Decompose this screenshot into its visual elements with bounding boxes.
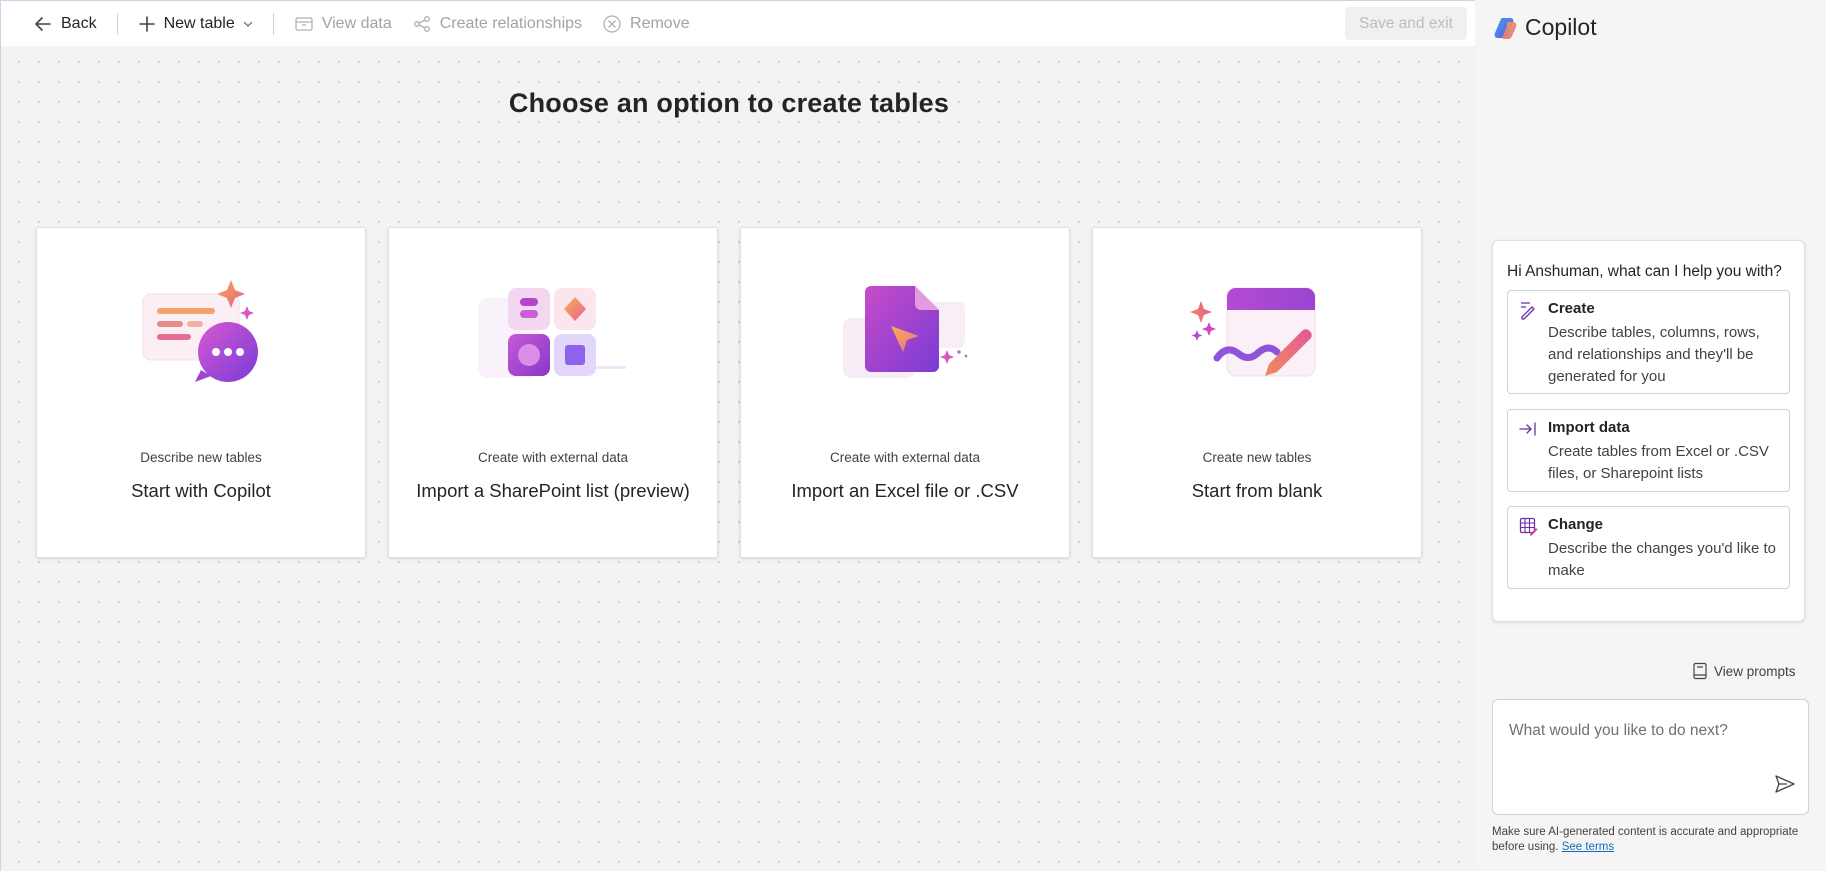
- copilot-header: Copilot: [1493, 14, 1597, 41]
- import-excel-csv-card[interactable]: Create with external data Import an Exce…: [740, 227, 1070, 558]
- remove-icon: [603, 14, 621, 33]
- create-relationships-label: Create relationships: [439, 14, 583, 32]
- view-data-label: View data: [321, 14, 392, 32]
- page-title: Choose an option to create tables: [508, 88, 950, 118]
- card-subtitle: Create new tables: [1202, 450, 1312, 465]
- back-label: Back: [61, 14, 97, 32]
- view-data-icon: [295, 16, 313, 31]
- toolbar-divider: [272, 12, 274, 35]
- option-description: Create tables from Excel or .CSV files, …: [1548, 443, 1769, 482]
- copilot-chat-illustration: [37, 278, 365, 393]
- save-and-exit-button[interactable]: Save and exit: [1345, 7, 1467, 40]
- start-from-blank-card[interactable]: Create new tables Start from blank: [1092, 227, 1422, 558]
- change-table-icon: [1519, 517, 1538, 536]
- excel-file-illustration: [741, 278, 1069, 393]
- card-subtitle: Describe new tables: [140, 450, 262, 465]
- view-data-button[interactable]: View data: [284, 8, 402, 40]
- chevron-down-icon: [243, 21, 252, 27]
- change-option[interactable]: Change Describe the changes you'd like t…: [1507, 506, 1790, 589]
- new-table-button[interactable]: New table: [128, 8, 263, 40]
- disclaimer-text: Make sure AI-generated content is accura…: [1492, 826, 1799, 853]
- card-subtitle: Create with external data: [829, 450, 981, 465]
- design-canvas: Choose an option to create tables Descri…: [0, 46, 1475, 871]
- option-title: Import data: [1548, 419, 1630, 436]
- view-prompts-button[interactable]: View prompts: [1692, 662, 1796, 680]
- copilot-chat-input[interactable]: What would you like to do next?: [1492, 699, 1809, 815]
- copilot-greeting: Hi Anshuman, what can I help you with?: [1507, 263, 1782, 280]
- remove-label: Remove: [630, 14, 690, 32]
- plus-icon: [138, 15, 155, 32]
- relationships-icon: [413, 15, 430, 32]
- chat-input-placeholder: What would you like to do next?: [1509, 722, 1728, 739]
- option-description: Describe the changes you'd like to make: [1548, 540, 1776, 579]
- import-sharepoint-card[interactable]: Create with external data Import a Share…: [388, 227, 718, 558]
- view-prompts-label: View prompts: [1714, 663, 1796, 679]
- see-terms-link[interactable]: See terms: [1562, 841, 1614, 853]
- new-table-label: New table: [163, 14, 235, 32]
- back-button[interactable]: Back: [23, 8, 107, 40]
- copilot-logo-icon: [1494, 17, 1517, 39]
- card-title: Start from blank: [1191, 480, 1323, 501]
- send-icon[interactable]: [1774, 774, 1796, 794]
- remove-button[interactable]: Remove: [592, 8, 700, 40]
- card-title: Start with Copilot: [131, 480, 271, 501]
- create-option[interactable]: Create Describe tables, columns, rows, a…: [1507, 290, 1790, 394]
- create-relationships-button[interactable]: Create relationships: [402, 8, 592, 40]
- back-arrow-icon: [35, 16, 51, 31]
- sharepoint-illustration: [389, 278, 717, 393]
- copilot-welcome-card: Hi Anshuman, what can I help you with? C…: [1492, 240, 1805, 622]
- card-title: Import an Excel file or .CSV: [791, 480, 1019, 501]
- ai-disclaimer: Make sure AI-generated content is accura…: [1492, 825, 1812, 855]
- prompts-book-icon: [1693, 662, 1707, 680]
- option-description: Describe tables, columns, rows, and rela…: [1548, 324, 1760, 385]
- command-bar: Back New table View data Create relation…: [0, 0, 1475, 46]
- import-data-option[interactable]: Import data Create tables from Excel or …: [1507, 409, 1790, 492]
- card-title: Import a SharePoint list (preview): [416, 480, 690, 501]
- card-subtitle: Create with external data: [477, 450, 629, 465]
- blank-table-illustration: [1093, 278, 1421, 393]
- import-arrow-icon: [1519, 422, 1536, 436]
- copilot-title: Copilot: [1525, 14, 1597, 40]
- create-pen-icon: [1521, 302, 1535, 320]
- copilot-panel: Copilot Hi Anshuman, what can I help you…: [1475, 0, 1826, 871]
- option-title: Create: [1548, 300, 1595, 317]
- start-with-copilot-card[interactable]: Describe new tables Start with Copilot: [36, 227, 366, 558]
- option-title: Change: [1548, 516, 1604, 533]
- toolbar-divider: [116, 12, 118, 35]
